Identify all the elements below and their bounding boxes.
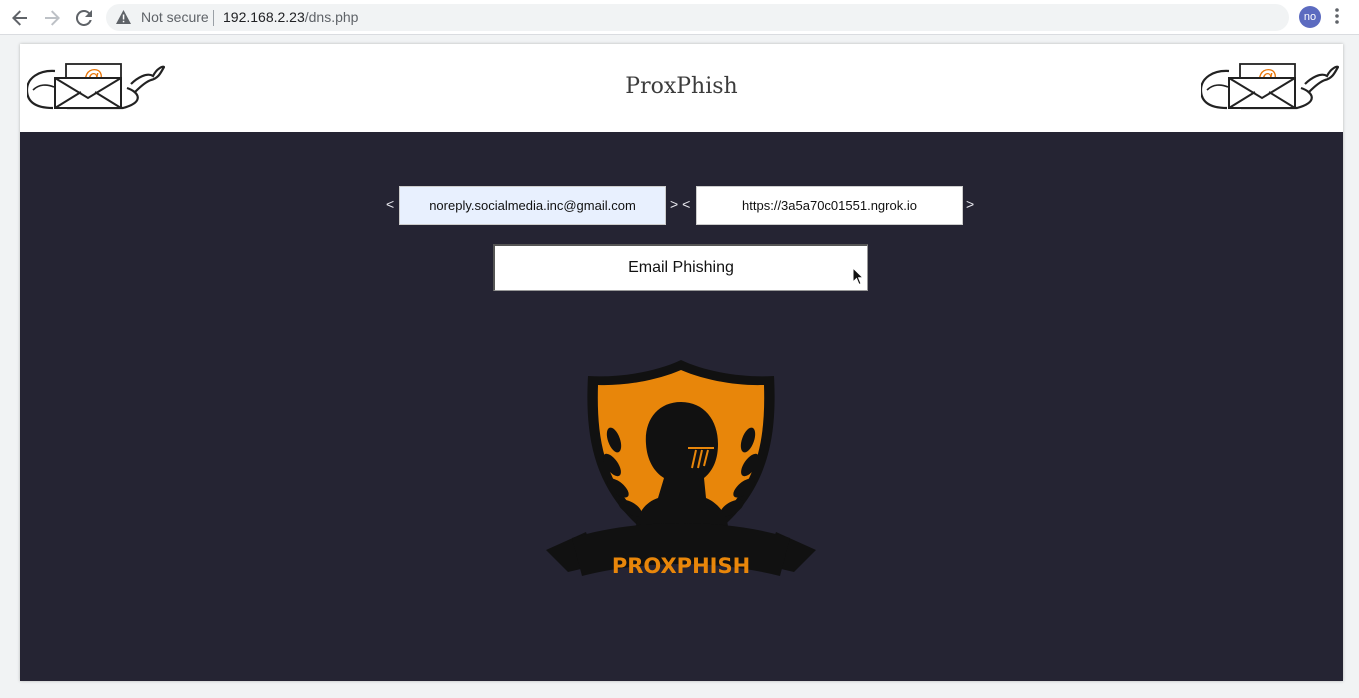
browser-toolbar: Not secure 192.168.2.23/dns.php no xyxy=(0,0,1359,35)
reload-icon xyxy=(76,10,92,26)
address-bar[interactable]: Not secure 192.168.2.23/dns.php xyxy=(106,4,1289,31)
sender-email-input[interactable] xyxy=(399,186,666,225)
site-title: ProxPhish xyxy=(625,74,738,99)
email-phishing-button[interactable]: Email Phishing xyxy=(493,244,868,291)
back-arrow-icon xyxy=(12,10,27,26)
reload-button[interactable] xyxy=(71,5,97,31)
url-host: 192.168.2.23 xyxy=(223,9,305,25)
warning-icon xyxy=(116,10,131,24)
page-viewport: @ ProxPhish @ < > < > Email Phishi xyxy=(0,36,1359,698)
emblem-text: PROXPHISH xyxy=(612,554,750,578)
bracket-close: > xyxy=(966,196,975,212)
url-path: /dns.php xyxy=(304,9,359,25)
mail-whale-logo-icon: @ xyxy=(1201,63,1339,110)
profile-avatar[interactable]: no xyxy=(1299,6,1321,28)
site-header: @ ProxPhish @ xyxy=(20,44,1343,132)
proxphish-page: @ ProxPhish @ < > < > Email Phishi xyxy=(20,44,1343,681)
url-text[interactable]: 192.168.2.23/dns.php xyxy=(223,9,358,25)
address-divider xyxy=(213,10,214,26)
mouse-cursor-icon xyxy=(852,267,864,286)
menu-kebab-icon[interactable] xyxy=(1335,8,1339,24)
proxphish-knight-emblem: PROXPHISH xyxy=(546,360,816,578)
bracket-middle: > < xyxy=(670,196,691,212)
bracket-open: < xyxy=(386,196,395,212)
back-button[interactable] xyxy=(7,5,33,31)
site-main: < > < > Email Phishing xyxy=(20,132,1343,681)
security-label[interactable]: Not secure xyxy=(141,9,209,25)
forward-arrow-icon xyxy=(45,10,60,26)
phishing-url-input[interactable] xyxy=(696,186,963,225)
forward-button[interactable] xyxy=(39,5,65,31)
